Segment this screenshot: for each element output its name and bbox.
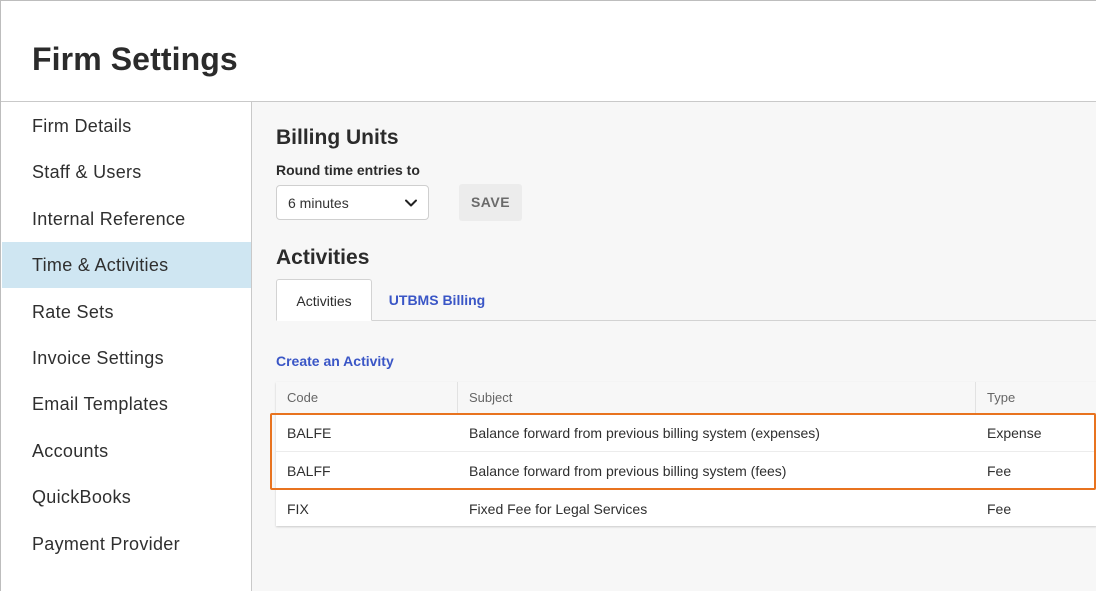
sidebar-item-time-activities[interactable]: Time & Activities bbox=[2, 242, 251, 288]
app-window: Firm Settings Firm Details Staff & Users… bbox=[0, 0, 1096, 591]
table-header: Code Subject Type bbox=[276, 382, 1096, 414]
table-row[interactable]: FIX Fixed Fee for Legal Services Fee bbox=[276, 490, 1096, 528]
column-header-type[interactable]: Type bbox=[975, 382, 1096, 414]
cell-type: Fee bbox=[987, 501, 1012, 517]
cell-code: FIX bbox=[287, 501, 309, 517]
activities-heading: Activities bbox=[276, 246, 370, 269]
cell-type: Fee bbox=[987, 463, 1012, 479]
cell-subject: Balance forward from previous billing sy… bbox=[469, 463, 787, 479]
round-time-select[interactable]: 6 minutes bbox=[276, 185, 429, 220]
sidebar-item-rate-sets[interactable]: Rate Sets bbox=[2, 289, 251, 335]
activities-table: Code Subject Type BALFE Balance forward … bbox=[276, 382, 1096, 526]
column-header-code[interactable]: Code bbox=[276, 382, 457, 414]
create-activity-link[interactable]: Create an Activity bbox=[276, 353, 394, 369]
sidebar-item-internal-reference[interactable]: Internal Reference bbox=[2, 196, 251, 242]
settings-sidebar: Firm Details Staff & Users Internal Refe… bbox=[2, 102, 252, 591]
billing-units-heading: Billing Units bbox=[276, 126, 399, 149]
main-content: Billing Units Round time entries to 6 mi… bbox=[252, 102, 1096, 591]
cell-subject: Fixed Fee for Legal Services bbox=[469, 501, 648, 517]
sidebar-item-firm-details[interactable]: Firm Details bbox=[2, 103, 251, 149]
sidebar-item-invoice-settings[interactable]: Invoice Settings bbox=[2, 335, 251, 381]
sidebar-item-staff-users[interactable]: Staff & Users bbox=[2, 149, 251, 195]
round-time-label: Round time entries to bbox=[276, 162, 420, 178]
chevron-down-icon bbox=[405, 199, 417, 207]
cell-code: BALFF bbox=[287, 463, 331, 479]
page-title: Firm Settings bbox=[32, 41, 238, 77]
round-time-value: 6 minutes bbox=[288, 195, 349, 211]
tab-activities[interactable]: Activities bbox=[276, 279, 372, 321]
page-header: Firm Settings bbox=[1, 1, 1096, 102]
sidebar-item-quickbooks[interactable]: QuickBooks bbox=[2, 474, 251, 520]
table-row[interactable]: BALFF Balance forward from previous bill… bbox=[276, 452, 1096, 490]
cell-code: BALFE bbox=[287, 425, 332, 441]
tab-utbms-billing[interactable]: UTBMS Billing bbox=[376, 279, 498, 321]
column-header-subject[interactable]: Subject bbox=[457, 382, 975, 414]
sidebar-item-email-templates[interactable]: Email Templates bbox=[2, 381, 251, 427]
cell-subject: Balance forward from previous billing sy… bbox=[469, 425, 820, 441]
save-button[interactable]: SAVE bbox=[459, 184, 522, 221]
sidebar-item-payment-provider[interactable]: Payment Provider bbox=[2, 521, 251, 567]
table-row[interactable]: BALFE Balance forward from previous bill… bbox=[276, 414, 1096, 452]
cell-type: Expense bbox=[987, 425, 1042, 441]
sidebar-item-accounts[interactable]: Accounts bbox=[2, 428, 251, 474]
